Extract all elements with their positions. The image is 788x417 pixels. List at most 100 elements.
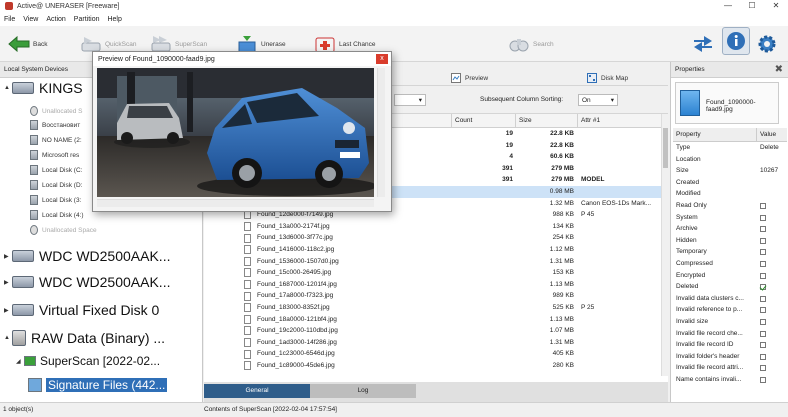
subsequent-sorting-select[interactable]: On ▾ xyxy=(578,94,618,106)
table-row[interactable]: Found_13d6000-3f77c.jpg 254 KB xyxy=(204,232,662,244)
file-list-scrollbar[interactable] xyxy=(661,114,668,376)
property-row[interactable]: Invalid file record attri... xyxy=(673,362,787,374)
property-row[interactable]: Created xyxy=(673,177,787,189)
expand-arrow-icon[interactable]: ▲ xyxy=(4,335,12,341)
property-row[interactable]: Size 10267 xyxy=(673,165,787,177)
expand-arrow-icon[interactable]: ▶ xyxy=(4,253,12,260)
sync-arrows-button[interactable] xyxy=(692,32,717,56)
table-row[interactable]: Found_18a0000-121bf4.jpg 1.13 MB xyxy=(204,314,662,326)
property-row[interactable]: Hidden xyxy=(673,235,787,247)
table-row[interactable]: Found_15c000-26495.jpg 153 KB xyxy=(204,267,662,279)
table-row[interactable]: Found_13a000-2174f.jpg 134 KB xyxy=(204,221,662,233)
checkbox[interactable] xyxy=(760,214,766,221)
tree-item-13[interactable]: ▲ RAW Data (Binary) ... xyxy=(4,330,165,346)
col-size-header[interactable]: Size xyxy=(516,114,578,127)
close-button[interactable]: ✕ xyxy=(764,0,788,12)
checkbox[interactable] xyxy=(760,307,766,314)
tree-item-4[interactable]: Microsoft res xyxy=(30,150,79,160)
checkbox[interactable] xyxy=(760,365,766,372)
table-row[interactable]: Found_1ad3000-14f286.jpg 1.31 MB xyxy=(204,337,662,349)
col-count-header[interactable]: Count xyxy=(452,114,516,127)
property-row[interactable]: Temporary xyxy=(673,246,787,258)
search-button[interactable]: Search xyxy=(508,32,554,56)
checkbox[interactable] xyxy=(760,226,766,233)
table-row[interactable]: Found_183000-8352f.jpg 525 KB P 25 xyxy=(204,302,662,314)
expand-arrow-icon[interactable]: ▶ xyxy=(4,307,12,314)
table-row[interactable]: Found_19c2000-110dbd.jpg 1.07 MB xyxy=(204,325,662,337)
table-row[interactable]: Found_1c89000-45de6.jpg 280 KB xyxy=(204,360,662,372)
tree-item-5[interactable]: Local Disk (C: xyxy=(30,165,82,175)
property-row[interactable]: Archive xyxy=(673,223,787,235)
col-attr1-header[interactable]: Attr #1 xyxy=(578,114,662,127)
sorting-dropdown-left[interactable]: ▾ xyxy=(394,94,426,106)
property-row[interactable]: Deleted xyxy=(673,281,787,293)
preview-horizontal-scrollbar[interactable] xyxy=(97,199,374,207)
menu-action[interactable]: Action xyxy=(46,16,65,23)
property-row[interactable]: Name contains invali... xyxy=(673,374,787,386)
tree-item-7[interactable]: Local Disk (3: xyxy=(30,195,81,205)
tree-item-14[interactable]: ◢ SuperScan [2022-02... xyxy=(16,354,160,368)
property-row[interactable]: Invalid data clusters c... xyxy=(673,293,787,305)
expand-arrow-icon[interactable]: ▶ xyxy=(4,279,12,286)
property-row[interactable]: Invalid size xyxy=(673,316,787,328)
checkbox[interactable] xyxy=(760,295,766,302)
tab-general[interactable]: General xyxy=(204,384,310,398)
property-row[interactable]: Invalid folder's header xyxy=(673,351,787,363)
checkbox[interactable] xyxy=(760,376,766,383)
expand-arrow-icon[interactable]: ▲ xyxy=(4,85,12,91)
minimize-button[interactable]: — xyxy=(716,0,740,12)
menu-partition[interactable]: Partition xyxy=(74,16,100,23)
property-row[interactable]: Invalid file record che... xyxy=(673,328,787,340)
checkbox[interactable] xyxy=(760,284,766,291)
checkbox[interactable] xyxy=(760,353,766,360)
property-row[interactable]: Encrypted xyxy=(673,270,787,282)
property-row[interactable]: Type Delete xyxy=(673,142,787,154)
preview-vertical-scrollbar[interactable] xyxy=(377,68,385,197)
preview-close-button[interactable]: x xyxy=(376,54,388,64)
property-row[interactable]: Invalid reference to p... xyxy=(673,304,787,316)
settings-button[interactable] xyxy=(756,32,781,56)
property-row[interactable]: System xyxy=(673,212,787,224)
tree-item-11[interactable]: ▶ WDC WD2500AAK... xyxy=(4,274,170,290)
tree-item-0[interactable]: ▲ KINGS xyxy=(4,80,83,96)
tree-item-2[interactable]: Восстановит xyxy=(30,120,80,130)
back-button[interactable]: Back xyxy=(8,32,47,56)
checkbox[interactable] xyxy=(760,249,766,256)
table-row[interactable]: Found_1c23000-6546d.jpg 405 KB xyxy=(204,348,662,360)
maximize-button[interactable]: ☐ xyxy=(740,0,764,12)
checkbox[interactable] xyxy=(760,260,766,267)
checkbox[interactable] xyxy=(760,330,766,337)
table-row[interactable]: Found_1536000-1507d0.jpg 1.31 MB xyxy=(204,256,662,268)
property-row[interactable]: Read Only xyxy=(673,200,787,212)
tree-item-6[interactable]: Local Disk (D: xyxy=(30,180,82,190)
tree-item-9[interactable]: Unallocated Space xyxy=(30,225,97,235)
tree-item-12[interactable]: ▶ Virtual Fixed Disk 0 xyxy=(4,302,159,318)
menu-help[interactable]: Help xyxy=(107,16,121,23)
property-row[interactable]: Compressed xyxy=(673,258,787,270)
expand-arrow-icon[interactable]: ◢ xyxy=(16,358,24,365)
properties-button[interactable] xyxy=(722,27,753,55)
tree-item-1[interactable]: Unallocated S xyxy=(30,106,82,116)
tree-item-10[interactable]: ▶ WDC WD2500AAK... xyxy=(4,248,170,264)
checkbox[interactable] xyxy=(760,342,766,349)
menu-view[interactable]: View xyxy=(23,16,38,23)
table-row[interactable]: Found_17a8000-f7323.jpg 989 KB xyxy=(204,290,662,302)
close-properties-icon[interactable]: ✖ xyxy=(775,64,783,75)
checkbox[interactable] xyxy=(760,237,766,244)
tree-item-15[interactable]: Signature Files (442... xyxy=(28,378,168,392)
property-row[interactable]: Modified xyxy=(673,188,787,200)
checkbox[interactable] xyxy=(760,272,766,279)
checkbox[interactable] xyxy=(760,318,766,325)
checkbox[interactable] xyxy=(760,202,766,209)
scrollbar-thumb[interactable] xyxy=(663,128,668,168)
tab-log[interactable]: Log xyxy=(310,384,416,398)
tree-item-3[interactable]: NO NAME (2: xyxy=(30,135,82,145)
tree-item-8[interactable]: Local Disk (4:) xyxy=(30,210,84,220)
property-col-header[interactable]: Property xyxy=(673,128,757,141)
value-col-header[interactable]: Value xyxy=(757,128,776,141)
table-row[interactable]: Found_1687000-1201f4.jpg 1.13 MB xyxy=(204,279,662,291)
property-row[interactable]: Location xyxy=(673,154,787,166)
property-row[interactable]: Invalid file record ID xyxy=(673,339,787,351)
table-row[interactable]: Found_1416000-118c2.jpg 1.12 MB xyxy=(204,244,662,256)
menu-file[interactable]: File xyxy=(4,16,15,23)
